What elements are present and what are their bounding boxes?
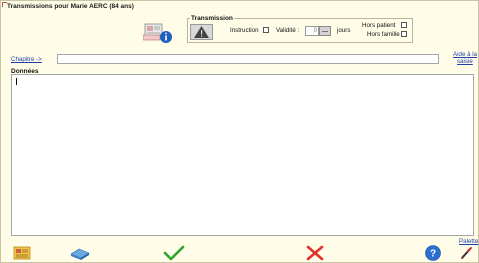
- hors-famille-checkbox[interactable]: [401, 31, 407, 37]
- hors-patient-checkbox[interactable]: [401, 22, 407, 28]
- chapitre-link[interactable]: Chapitre ->: [11, 56, 42, 63]
- warning-button[interactable]: [190, 24, 213, 40]
- instruction-checkbox[interactable]: [263, 27, 269, 33]
- eraser-icon[interactable]: [69, 245, 91, 261]
- validite-label: Validité :: [276, 27, 300, 34]
- green-check-icon[interactable]: [163, 245, 185, 261]
- hors-famille-label: Hors famille: [367, 31, 400, 38]
- warning-triangle-icon: [194, 26, 209, 38]
- transmission-group-label: Transmission: [190, 15, 234, 22]
- palette-link[interactable]: Palette: [459, 238, 478, 245]
- validite-input[interactable]: 0: [305, 26, 319, 36]
- instruction-label: Instruction: [230, 27, 259, 34]
- validite-spin-button[interactable]: [319, 26, 331, 36]
- red-cross-icon[interactable]: [304, 245, 326, 261]
- card-list-icon[interactable]: [13, 245, 33, 261]
- window-title: Transmissions pour Marie AERC (84 ans): [7, 3, 134, 10]
- patient-card-info-icon[interactable]: [143, 21, 173, 44]
- donnees-textarea[interactable]: [11, 74, 474, 236]
- title-bar: Transmissions pour Marie AERC (84 ans): [1, 1, 478, 13]
- hors-patient-label: Hors patient: [362, 22, 396, 29]
- help-question-icon[interactable]: ?: [424, 245, 442, 261]
- svg-text:?: ?: [430, 249, 436, 260]
- chapitre-input[interactable]: [57, 54, 439, 64]
- jours-label: jours: [337, 27, 351, 34]
- aide-saisie-link-line2[interactable]: saisie: [457, 58, 473, 65]
- aide-saisie-link-line1[interactable]: Aide à la: [453, 51, 477, 58]
- pen-icon[interactable]: [459, 245, 473, 261]
- transmissions-window: Transmissions pour Marie AERC (84 ans) T…: [0, 0, 479, 263]
- text-caret: [16, 78, 17, 85]
